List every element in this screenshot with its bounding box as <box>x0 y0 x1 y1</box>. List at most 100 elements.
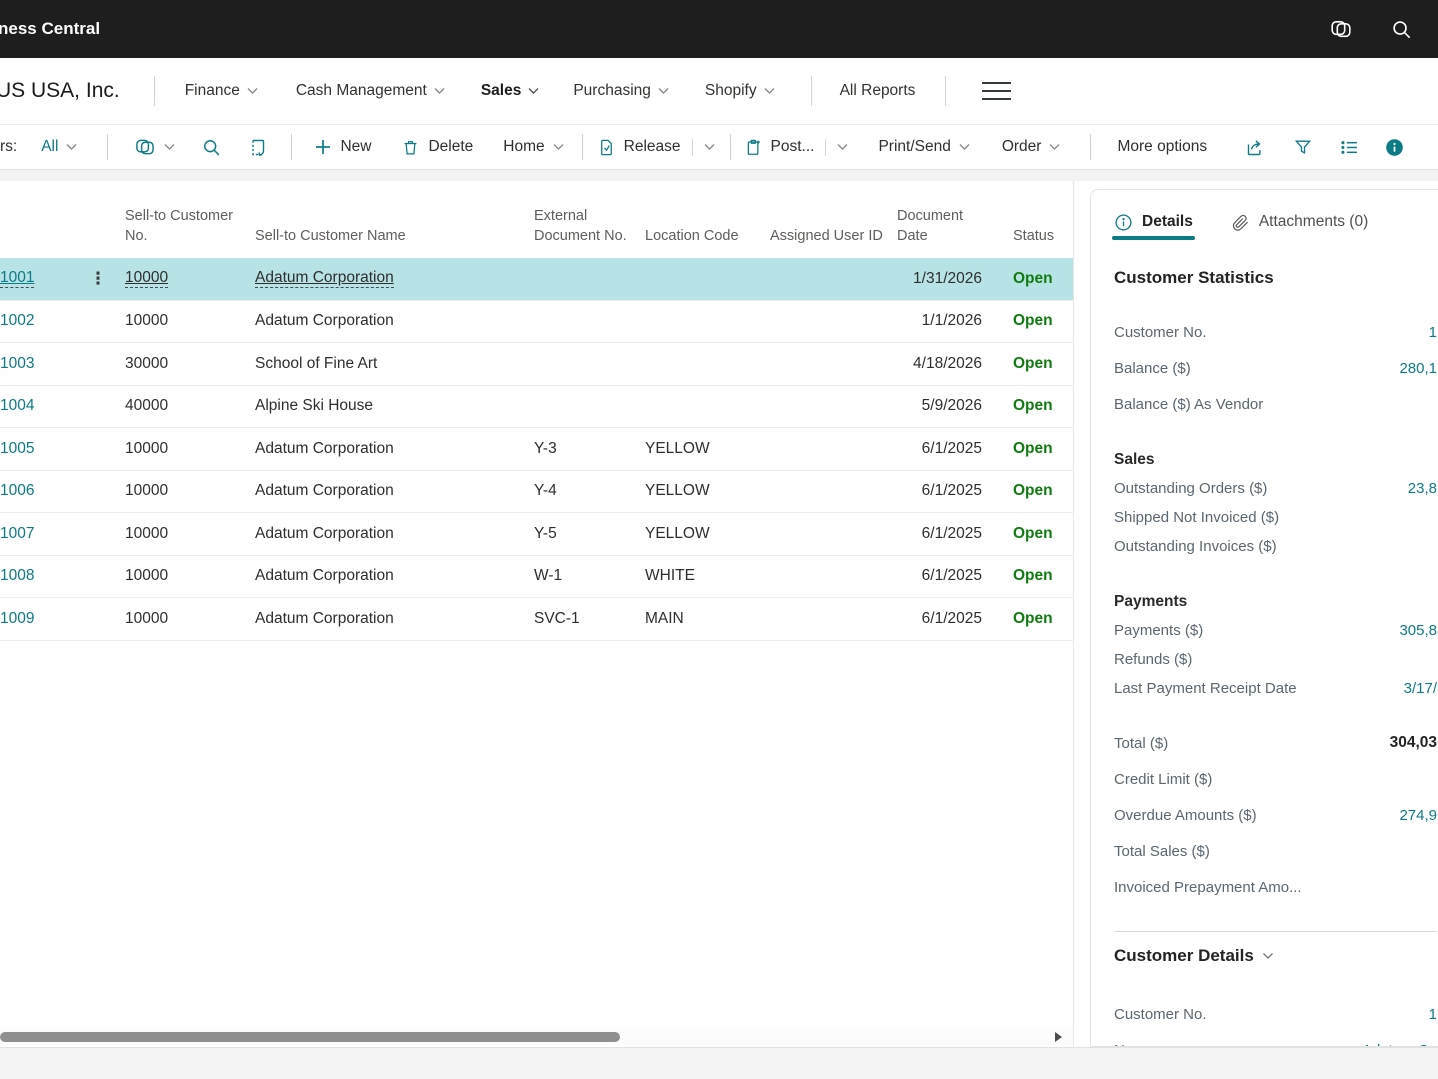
scrollbar-right-arrow-icon[interactable] <box>1055 1032 1062 1042</box>
cell-document-date[interactable]: 1/31/2026 <box>897 258 982 300</box>
company-name[interactable]: US USA, Inc. <box>0 79 120 103</box>
cell-location-code[interactable] <box>645 343 770 385</box>
search-list-button[interactable] <box>201 137 222 158</box>
table-row[interactable]: 1009 10000Adatum CorporationSVC-1MAIN 6/1/… <box>0 598 1073 641</box>
cell-customer-no[interactable]: 40000 <box>118 386 255 428</box>
order-no-link[interactable]: 1003 <box>0 343 78 385</box>
cell-customer-name[interactable]: Adatum Corporation <box>255 428 530 470</box>
order-no-link[interactable]: 1004 <box>0 386 78 428</box>
col-header-location-code[interactable]: Location Code <box>645 226 770 258</box>
nav-item-cash-management[interactable]: Cash Management <box>296 82 445 100</box>
nav-item-sales[interactable]: Sales <box>481 82 540 100</box>
filter-all-dropdown[interactable]: All <box>41 138 77 156</box>
cell-assigned-user-id[interactable] <box>770 258 897 300</box>
horizontal-scrollbar[interactable] <box>0 1029 1073 1045</box>
analysis-mode-button[interactable] <box>246 137 267 158</box>
cell-status[interactable]: Open <box>982 513 1073 555</box>
order-no-link[interactable]: 1009 <box>0 598 78 640</box>
filter-icon-button[interactable] <box>1293 137 1313 157</box>
field-value[interactable]: Adatum Co <box>1362 1042 1437 1048</box>
cell-assigned-user-id[interactable] <box>770 513 897 555</box>
cell-assigned-user-id[interactable] <box>770 301 897 343</box>
cell-document-date[interactable]: 4/18/2026 <box>897 343 982 385</box>
nav-item-purchasing[interactable]: Purchasing <box>573 82 669 100</box>
nav-item-shopify[interactable]: Shopify <box>705 82 775 100</box>
cell-location-code[interactable]: WHITE <box>645 556 770 598</box>
field-value[interactable]: 280,1 <box>1399 360 1437 377</box>
cell-external-document-no[interactable] <box>530 301 645 343</box>
cell-external-document-no[interactable]: Y-4 <box>530 471 645 513</box>
cell-assigned-user-id[interactable] <box>770 386 897 428</box>
cell-customer-no[interactable]: 10000 <box>118 598 255 640</box>
cell-location-code[interactable]: MAIN <box>645 598 770 640</box>
cell-customer-name[interactable]: Adatum Corporation <box>255 471 530 513</box>
cell-customer-name[interactable]: School of Fine Art <box>255 343 530 385</box>
nav-item-all-reports[interactable]: All Reports <box>840 82 916 100</box>
order-no-link[interactable]: 1007 <box>0 513 78 555</box>
cell-location-code[interactable]: YELLOW <box>645 471 770 513</box>
cell-location-code[interactable] <box>645 258 770 300</box>
global-search-button[interactable] <box>1378 6 1424 52</box>
cell-customer-no[interactable]: 30000 <box>118 343 255 385</box>
cell-external-document-no[interactable]: Y-3 <box>530 428 645 470</box>
field-value[interactable]: 3/17/ <box>1404 680 1437 697</box>
cell-status[interactable]: Open <box>982 301 1073 343</box>
cell-document-date[interactable]: 6/1/2025 <box>897 513 982 555</box>
cell-assigned-user-id[interactable] <box>770 556 897 598</box>
col-header-external-document-no[interactable]: External Document No. <box>530 206 645 258</box>
table-row[interactable]: 100710000Adatum CorporationY-5YELLOW6/1/… <box>0 513 1073 556</box>
list-view-button[interactable] <box>1339 137 1360 158</box>
col-header-sell-to-customer-name[interactable]: Sell-to Customer Name <box>255 226 530 258</box>
cell-location-code[interactable]: YELLOW <box>645 428 770 470</box>
order-no-link[interactable]: 1002 <box>0 301 78 343</box>
table-row[interactable]: 100810000Adatum CorporationW-1WHITE6/1/2… <box>0 556 1073 599</box>
field-value[interactable]: 305,8 <box>1399 622 1437 639</box>
cell-document-date[interactable]: 6/1/2025 <box>897 428 982 470</box>
table-row[interactable]: 100610000Adatum CorporationY-4YELLOW6/1/… <box>0 471 1073 514</box>
cell-location-code[interactable] <box>645 301 770 343</box>
cell-document-date[interactable]: 6/1/2025 <box>897 598 982 640</box>
cell-customer-name[interactable]: Adatum Corporation <box>255 598 530 640</box>
cell-external-document-no[interactable]: SVC-1 <box>530 598 645 640</box>
table-row[interactable]: 100210000Adatum Corporation1/1/2026Open <box>0 301 1073 344</box>
col-header-no[interactable] <box>0 247 78 258</box>
field-value[interactable]: 1 <box>1429 1006 1437 1023</box>
col-header-sell-to-customer-no[interactable]: Sell-to Customer No. <box>118 206 255 258</box>
table-row[interactable]: 1004 40000Alpine Ski House 5/9/2026Open <box>0 386 1073 429</box>
home-menu-button[interactable]: Home <box>503 138 563 156</box>
cell-status[interactable]: Open <box>982 343 1073 385</box>
cell-assigned-user-id[interactable] <box>770 598 897 640</box>
cell-external-document-no[interactable] <box>530 386 645 428</box>
release-dropdown-chevron[interactable] <box>704 143 715 151</box>
delete-button[interactable]: Delete <box>401 138 473 157</box>
order-no-link[interactable]: 1008 <box>0 556 78 598</box>
scrollbar-thumb[interactable] <box>0 1032 620 1042</box>
cell-external-document-no[interactable] <box>530 258 645 300</box>
cell-external-document-no[interactable]: Y-5 <box>530 513 645 555</box>
cell-document-date[interactable]: 5/9/2026 <box>897 386 982 428</box>
cell-status[interactable]: Open <box>982 598 1073 640</box>
cell-location-code[interactable] <box>645 386 770 428</box>
tab-details[interactable]: Details <box>1114 213 1193 232</box>
cell-status[interactable]: Open <box>982 386 1073 428</box>
cell-external-document-no[interactable]: W-1 <box>530 556 645 598</box>
col-header-status[interactable]: Status <box>982 226 1073 258</box>
field-value[interactable]: 23,8 <box>1408 480 1437 497</box>
field-value[interactable]: 274,9 <box>1399 807 1437 824</box>
cell-customer-name[interactable]: Alpine Ski House <box>255 386 530 428</box>
table-row[interactable]: 1001⋮10000Adatum Corporation1/31/2026Ope… <box>0 258 1073 301</box>
copilot-button[interactable] <box>1318 6 1364 52</box>
new-button[interactable]: New <box>314 138 371 156</box>
cell-document-date[interactable]: 1/1/2026 <box>897 301 982 343</box>
cell-customer-no[interactable]: 10000 <box>118 258 255 300</box>
cell-assigned-user-id[interactable] <box>770 471 897 513</box>
order-no-link[interactable]: 1001 <box>0 258 78 300</box>
cell-customer-no[interactable]: 10000 <box>118 556 255 598</box>
copilot-dropdown-button[interactable] <box>134 136 175 158</box>
cell-customer-no[interactable]: 10000 <box>118 301 255 343</box>
cell-customer-no[interactable]: 10000 <box>118 513 255 555</box>
table-row[interactable]: 1003 30000School of Fine Art 4/18/2026Open <box>0 343 1073 386</box>
cell-status[interactable]: Open <box>982 471 1073 513</box>
print-send-menu-button[interactable]: Print/Send <box>878 138 969 156</box>
tab-attachments[interactable]: Attachments (0) <box>1231 213 1368 232</box>
